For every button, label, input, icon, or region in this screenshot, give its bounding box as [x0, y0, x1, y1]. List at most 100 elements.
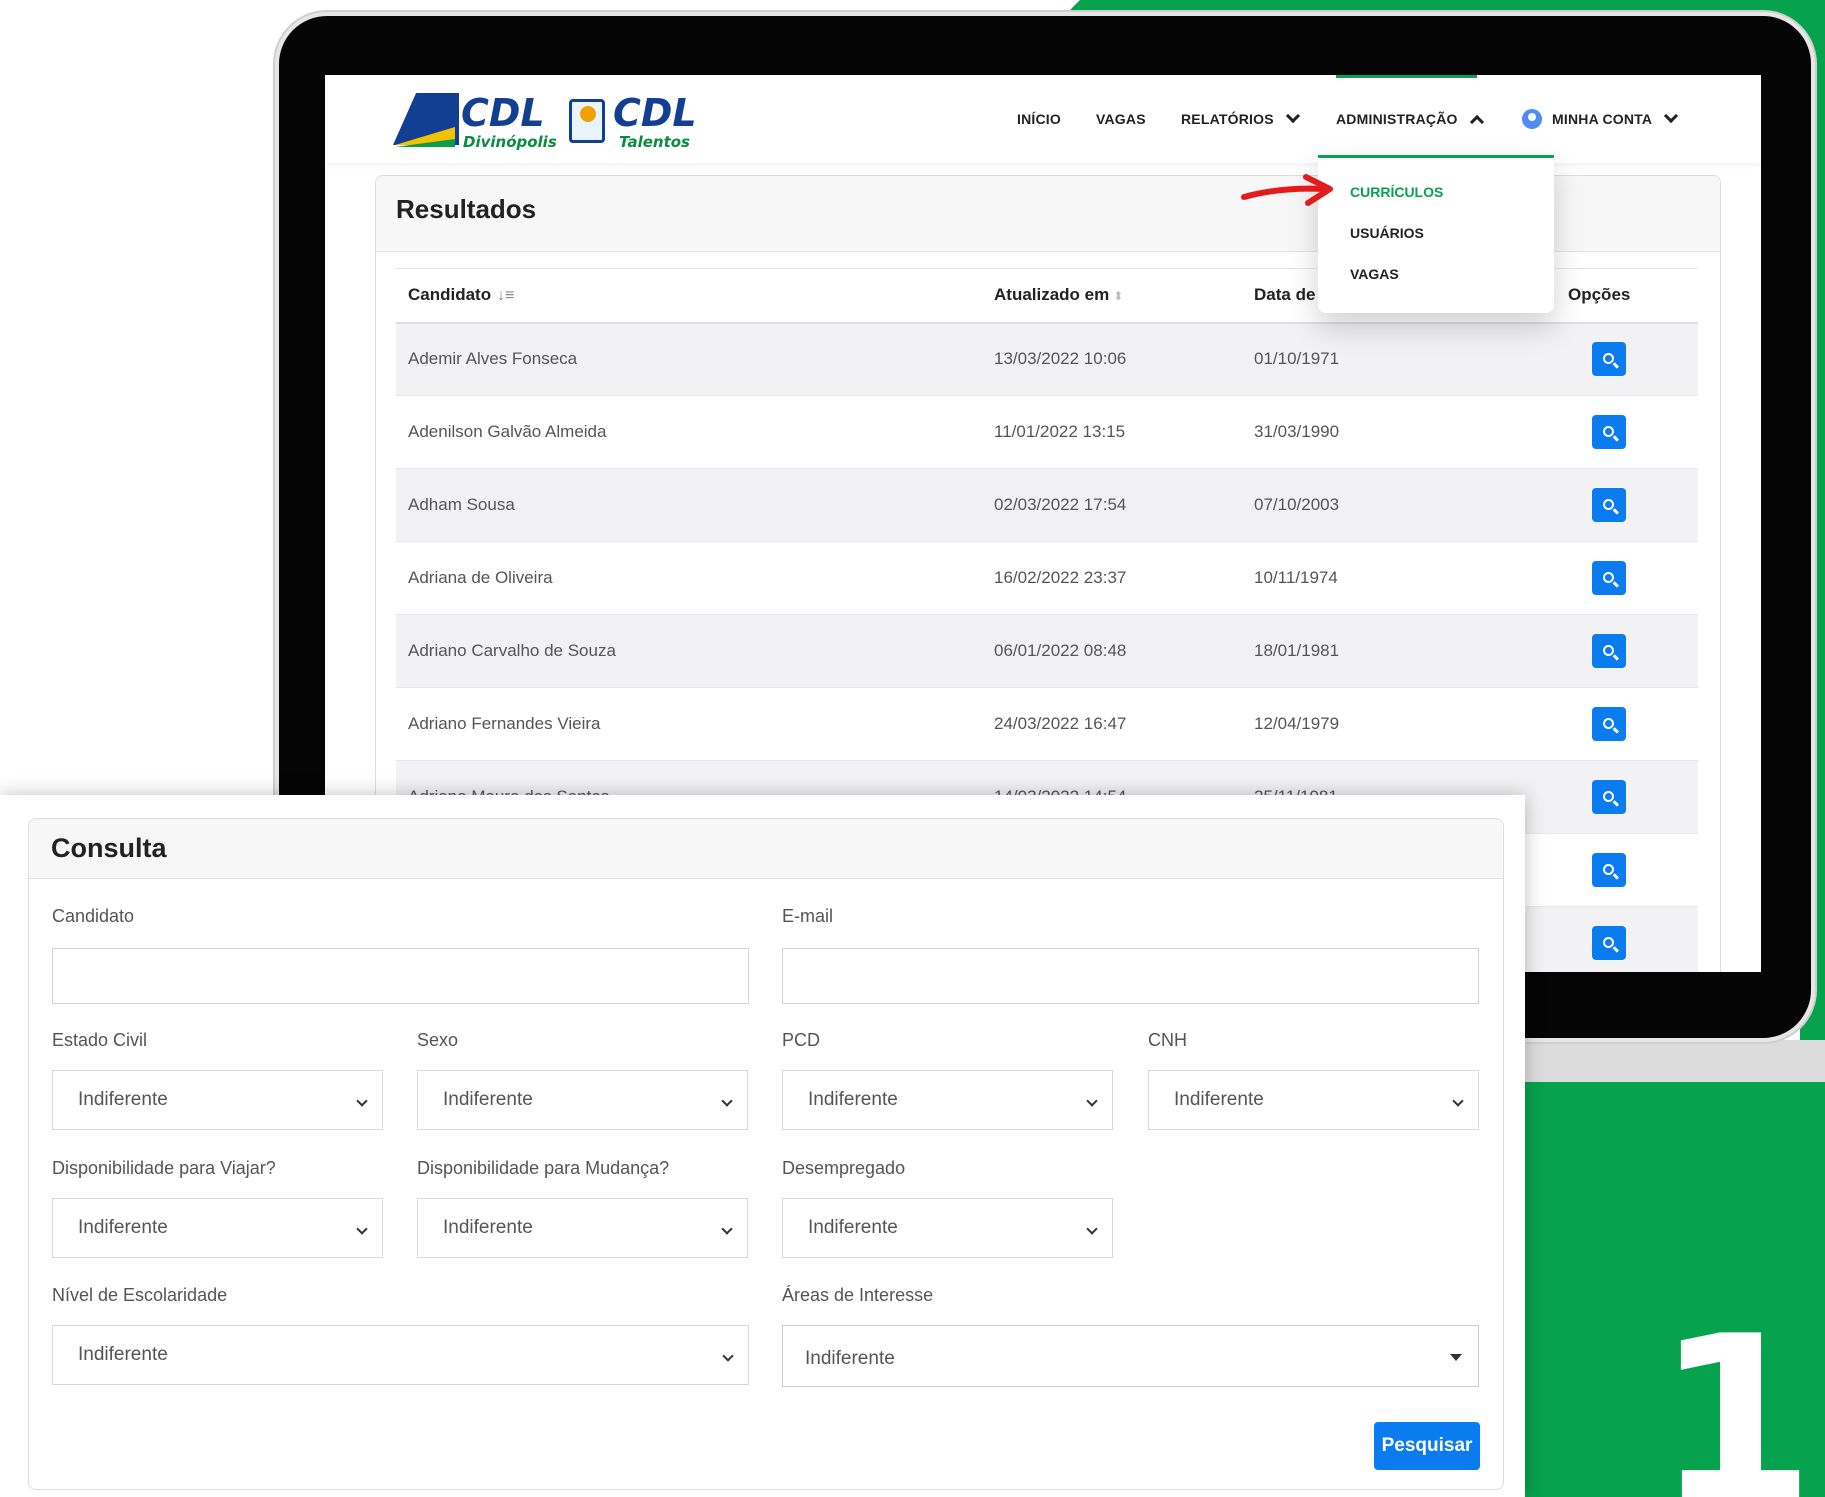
cell-atualizado: 02/03/2022 17:54	[982, 468, 1242, 542]
candidato-input[interactable]	[52, 948, 749, 1004]
cell-candidato: Adham Sousa	[396, 468, 982, 542]
view-button[interactable]	[1592, 853, 1626, 887]
label-cnh: CNH	[1148, 1030, 1187, 1050]
nav-administracao-label: ADMINISTRAÇÃO	[1336, 111, 1458, 127]
label-mudanca: Disponibilidade para Mudança?	[417, 1158, 670, 1178]
cell-data: 12/04/1979	[1242, 687, 1556, 761]
table-row: Adriano Fernandes Vieira 24/03/2022 16:47…	[396, 687, 1698, 761]
search-icon	[1602, 425, 1614, 437]
table-row: Adriana de Oliveira 16/02/2022 23:37 10/11…	[396, 541, 1698, 615]
view-button[interactable]	[1592, 342, 1626, 377]
administracao-dropdown: CURRÍCULOS USUÁRIOS VAGAS	[1318, 155, 1554, 313]
dropdown-item-vagas[interactable]: VAGAS	[1350, 266, 1399, 282]
chevron-down-icon	[1285, 108, 1300, 124]
cell-opcoes	[1556, 760, 1698, 834]
nav-relatorios[interactable]: RELATÓRIOS	[1181, 75, 1300, 163]
email-input[interactable]	[782, 948, 1479, 1004]
sexo-select[interactable]: Indiferente	[417, 1070, 748, 1130]
view-button[interactable]	[1592, 561, 1626, 595]
user-avatar-icon	[1522, 109, 1542, 129]
cdl-divinopolis-logo[interactable]: CDL Divinópolis	[393, 91, 563, 151]
nav-inicio-label: INÍCIO	[1017, 111, 1061, 127]
view-button[interactable]	[1592, 780, 1626, 814]
cell-atualizado: 16/02/2022 23:37	[982, 541, 1242, 615]
escolaridade-select[interactable]: Indiferente	[52, 1325, 749, 1385]
col-candidato[interactable]: Candidato ↓≡	[396, 268, 982, 324]
nav-minha-conta[interactable]: MINHA CONTA	[1522, 75, 1679, 163]
table-row: Adham Sousa 02/03/2022 17:54 07/10/2003	[396, 468, 1698, 542]
cnh-select[interactable]: Indiferente	[1148, 1070, 1479, 1130]
estado-civil-select[interactable]: Indiferente	[52, 1070, 383, 1130]
col-atualizado[interactable]: Atualizado em ⬍	[982, 268, 1242, 324]
chevron-down-icon	[722, 1350, 734, 1362]
search-icon	[1602, 571, 1614, 583]
search-icon	[1602, 352, 1614, 364]
viajar-value: Indiferente	[78, 1217, 168, 1238]
label-desempregado: Desempregado	[782, 1158, 906, 1178]
nav-vagas[interactable]: VAGAS	[1096, 75, 1146, 163]
pcd-value: Indiferente	[808, 1089, 898, 1110]
cell-data: 18/01/1981	[1242, 614, 1556, 688]
viajar-select[interactable]: Indiferente	[52, 1198, 383, 1258]
table-row: Adenilson Galvão Almeida 11/01/2022 13:15…	[396, 395, 1698, 469]
chevron-down-icon	[1664, 108, 1679, 124]
dropdown-item-curriculos[interactable]: CURRÍCULOS	[1350, 184, 1443, 200]
consulta-title: Consulta	[29, 819, 1503, 879]
table-row: Adriano Carvalho de Souza 06/01/2022 08:4…	[396, 614, 1698, 688]
cell-data: 31/03/1990	[1242, 395, 1556, 469]
cell-atualizado: 24/03/2022 16:47	[982, 687, 1242, 761]
mudanca-select[interactable]: Indiferente	[417, 1198, 748, 1258]
view-button[interactable]	[1592, 707, 1626, 741]
cell-candidato: Adriana de Oliveira	[396, 541, 982, 615]
search-icon	[1602, 498, 1614, 510]
cell-candidato: Adenilson Galvão Almeida	[396, 395, 982, 469]
cell-data: 07/10/2003	[1242, 468, 1556, 542]
nav-administracao[interactable]: ADMINISTRAÇÃO	[1336, 75, 1484, 163]
label-sexo: Sexo	[417, 1030, 459, 1050]
sort-both-icon: ⬍	[1113, 289, 1124, 304]
cell-opcoes	[1556, 833, 1698, 907]
search-icon	[1602, 717, 1614, 729]
chevron-down-icon	[1086, 1223, 1098, 1235]
cdl-talentos-logo[interactable]: CDL Talentos	[557, 91, 727, 151]
logo-subtitle: Talentos	[619, 133, 690, 151]
nav-vagas-label: VAGAS	[1096, 111, 1146, 127]
cnh-value: Indiferente	[1174, 1089, 1264, 1110]
pcd-select[interactable]: Indiferente	[782, 1070, 1113, 1130]
chevron-down-icon	[1452, 1095, 1464, 1107]
label-email: E-mail	[782, 906, 834, 926]
top-navbar: CDL Divinópolis CDL Talentos INÍCIO VAGA…	[325, 75, 1761, 163]
sexo-value: Indiferente	[443, 1089, 533, 1110]
search-icon	[1602, 936, 1614, 948]
table-row: Ademir Alves Fonseca 13/03/2022 10:06 01/1…	[396, 322, 1698, 396]
caret-down-icon	[1450, 1354, 1462, 1361]
estado-civil-value: Indiferente	[78, 1089, 168, 1110]
cell-atualizado: 11/01/2022 13:15	[982, 395, 1242, 469]
label-escolaridade: Nível de Escolaridade	[52, 1285, 228, 1305]
sort-icon: ↓≡	[497, 287, 515, 305]
cell-opcoes	[1556, 687, 1698, 761]
cell-opcoes	[1556, 906, 1698, 972]
view-button[interactable]	[1592, 926, 1626, 960]
cell-candidato: Ademir Alves Fonseca	[396, 322, 982, 396]
cell-opcoes	[1556, 322, 1698, 396]
nav-inicio[interactable]: INÍCIO	[1017, 75, 1061, 163]
chevron-down-icon	[721, 1223, 733, 1235]
dropdown-item-usuarios[interactable]: USUÁRIOS	[1350, 225, 1424, 241]
label-pcd: PCD	[782, 1030, 821, 1050]
resume-doc-icon	[569, 99, 605, 143]
nav-relatorios-label: RELATÓRIOS	[1181, 111, 1274, 127]
view-button[interactable]	[1592, 415, 1626, 449]
chevron-down-icon	[1086, 1095, 1098, 1107]
escolaridade-value: Indiferente	[78, 1344, 168, 1365]
view-button[interactable]	[1592, 634, 1626, 668]
desempregado-select[interactable]: Indiferente	[782, 1198, 1113, 1258]
cell-opcoes	[1556, 541, 1698, 615]
logo-brand: CDL	[613, 91, 697, 135]
chevron-up-icon	[1469, 114, 1484, 130]
cell-data: 10/11/1974	[1242, 541, 1556, 615]
label-areas: Áreas de Interesse	[782, 1285, 934, 1305]
view-button[interactable]	[1592, 488, 1626, 522]
areas-select[interactable]: Indiferente	[782, 1325, 1479, 1387]
pesquisar-button[interactable]: Pesquisar	[1374, 1422, 1480, 1470]
